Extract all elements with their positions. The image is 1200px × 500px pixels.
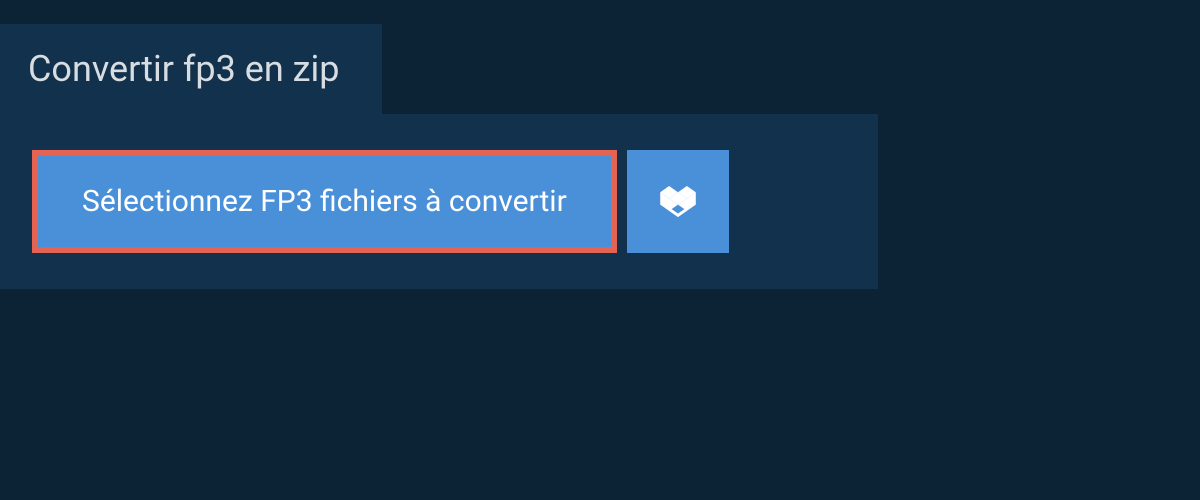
dropbox-icon xyxy=(660,186,696,218)
converter-panel: Sélectionnez FP3 fichiers à convertir xyxy=(0,114,878,289)
select-files-button[interactable]: Sélectionnez FP3 fichiers à convertir xyxy=(32,150,617,253)
page-title: Convertir fp3 en zip xyxy=(28,48,340,90)
title-tab: Convertir fp3 en zip xyxy=(0,24,382,114)
select-files-label: Sélectionnez FP3 fichiers à convertir xyxy=(82,184,567,219)
dropbox-button[interactable] xyxy=(627,150,729,253)
button-row: Sélectionnez FP3 fichiers à convertir xyxy=(32,150,846,253)
